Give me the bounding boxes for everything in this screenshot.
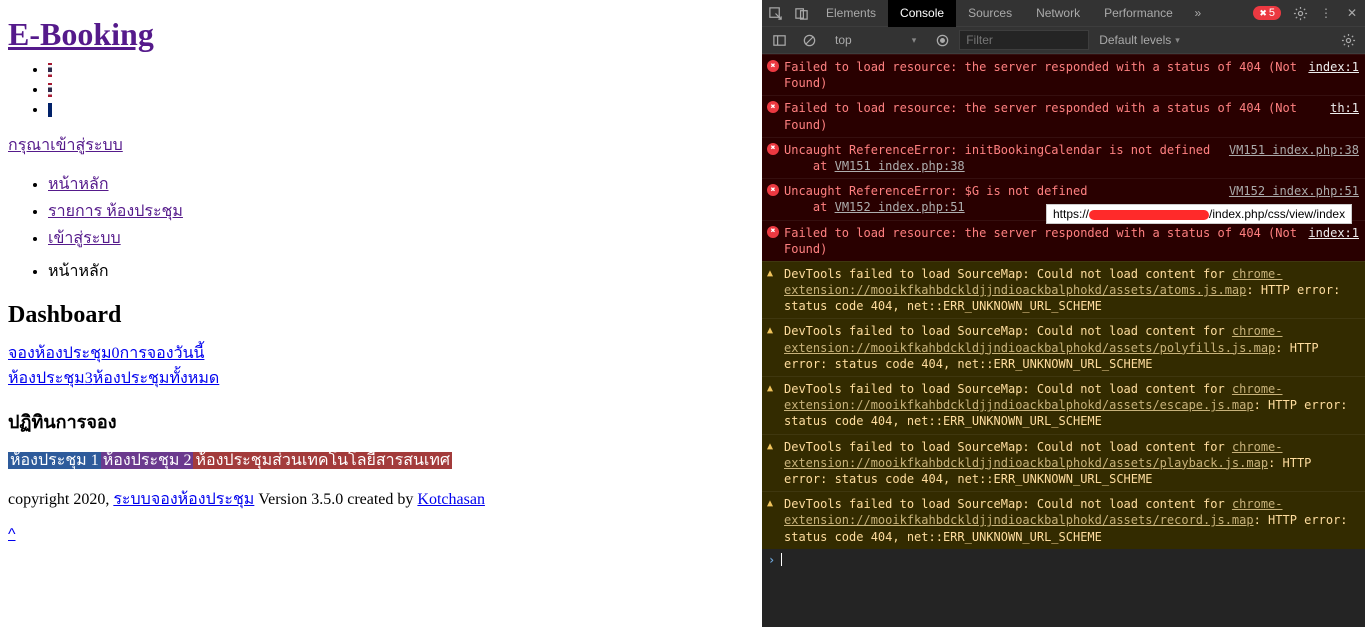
console-error-message[interactable]: Failed to load resource: the server resp…	[762, 54, 1365, 95]
lang-item[interactable]	[48, 101, 754, 119]
close-devtools-icon[interactable]: ✕	[1339, 0, 1365, 26]
site-title-link[interactable]: E-Booking	[8, 16, 154, 52]
footer: copyright 2020, ระบบจองห้องประชุม Versio…	[8, 487, 754, 512]
room-badge-2[interactable]: ห้องประชุม 2	[101, 452, 194, 469]
lang-item[interactable]	[48, 61, 754, 79]
message-source-link[interactable]: th:1	[1330, 100, 1359, 132]
stats-block: จองห้องประชุม0การจองวันนี้ ห้องประชุม3ห้…	[8, 341, 754, 391]
console-toolbar: top Default levels	[762, 27, 1365, 54]
redacted-host	[1089, 210, 1209, 220]
tab-performance[interactable]: Performance	[1092, 0, 1185, 27]
nav-rooms[interactable]: รายการ ห้องประชุม	[48, 203, 183, 220]
console-error-message[interactable]: Failed to load resource: the server resp…	[762, 220, 1365, 261]
room-badge-1[interactable]: ห้องประชุม 1	[8, 452, 101, 469]
url-tooltip: https:///index.php/css/view/index	[1046, 204, 1352, 224]
scroll-top-link[interactable]: ^	[8, 526, 16, 543]
login-prompt-link[interactable]: กรุณาเข้าสู่ระบบ	[8, 137, 123, 154]
room-badge-3[interactable]: ห้องประชุมส่วนเทคโนโลยีสารสนเทศ	[193, 452, 452, 469]
tab-elements[interactable]: Elements	[814, 0, 888, 27]
message-source-link[interactable]: index:1	[1308, 225, 1359, 257]
console-warn-message[interactable]: DevTools failed to load SourceMap: Could…	[762, 434, 1365, 492]
console-warn-message[interactable]: DevTools failed to load SourceMap: Could…	[762, 261, 1365, 319]
footer-system-link[interactable]: ระบบจองห้องประชุม	[113, 491, 254, 508]
console-error-message[interactable]: Uncaught ReferenceError: initBookingCale…	[762, 137, 1365, 178]
breadcrumb: หน้าหลัก	[48, 259, 754, 284]
tab-network[interactable]: Network	[1024, 0, 1092, 27]
console-warn-message[interactable]: DevTools failed to load SourceMap: Could…	[762, 491, 1365, 549]
device-toggle-icon[interactable]	[788, 0, 814, 26]
flag-th-icon	[48, 63, 52, 77]
settings-icon[interactable]	[1287, 0, 1313, 26]
console-warn-message[interactable]: DevTools failed to load SourceMap: Could…	[762, 376, 1365, 434]
tab-console[interactable]: Console	[888, 0, 956, 27]
devtools-tabbar: Elements Console Sources Network Perform…	[762, 0, 1365, 27]
message-source-link[interactable]: index:1	[1308, 59, 1359, 91]
context-selector[interactable]: top	[826, 30, 925, 50]
stat-bookings-today[interactable]: จองห้องประชุม0การจองวันนี้	[8, 341, 754, 366]
console-filter-input[interactable]	[959, 30, 1089, 50]
kebab-menu-icon[interactable]: ⋮	[1313, 0, 1339, 26]
flag-en-icon	[48, 103, 52, 117]
console-prompt[interactable]	[762, 549, 1365, 571]
console-settings-icon[interactable]	[1335, 27, 1361, 53]
console-warn-message[interactable]: DevTools failed to load SourceMap: Could…	[762, 318, 1365, 376]
page-content: E-Booking กรุณาเข้าสู่ระบบ หน้าหลัก รายก…	[0, 0, 762, 627]
message-source-link[interactable]: VM151 index.php:38	[1229, 142, 1359, 174]
calendar-heading: ปฏิทินการจอง	[8, 407, 754, 436]
stat-rooms-total[interactable]: ห้องประชุม3ห้องประชุมทั้งหมด	[8, 366, 754, 391]
nav-login[interactable]: เข้าสู่ระบบ	[48, 230, 121, 247]
lang-item[interactable]	[48, 81, 754, 99]
inspect-icon[interactable]	[762, 0, 788, 26]
room-legend: ห้องประชุม 1ห้องประชุม 2ห้องประชุมส่วนเท…	[8, 448, 754, 473]
dashboard-heading: Dashboard	[8, 302, 754, 329]
console-sidebar-toggle-icon[interactable]	[766, 27, 792, 53]
login-prompt: กรุณาเข้าสู่ระบบ	[8, 133, 754, 158]
more-tabs-icon[interactable]: »	[1185, 0, 1211, 26]
devtools-panel: Elements Console Sources Network Perform…	[762, 0, 1365, 627]
tab-sources[interactable]: Sources	[956, 0, 1024, 27]
breadcrumb-current: หน้าหลัก	[48, 259, 754, 284]
console-output[interactable]: Failed to load resource: the server resp…	[762, 54, 1365, 627]
main-nav: หน้าหลัก รายการ ห้องประชุม เข้าสู่ระบบ	[48, 172, 754, 251]
nav-home[interactable]: หน้าหลัก	[48, 176, 109, 193]
live-expression-icon[interactable]	[929, 27, 955, 53]
error-count-badge[interactable]: 5	[1253, 6, 1281, 20]
clear-console-icon[interactable]	[796, 27, 822, 53]
console-error-message[interactable]: Failed to load resource: the server resp…	[762, 95, 1365, 136]
language-list	[48, 61, 754, 119]
log-levels-selector[interactable]: Default levels	[1093, 31, 1186, 49]
flag-th-icon	[48, 83, 52, 97]
footer-author-link[interactable]: Kotchasan	[417, 491, 485, 508]
site-title: E-Booking	[8, 16, 754, 53]
